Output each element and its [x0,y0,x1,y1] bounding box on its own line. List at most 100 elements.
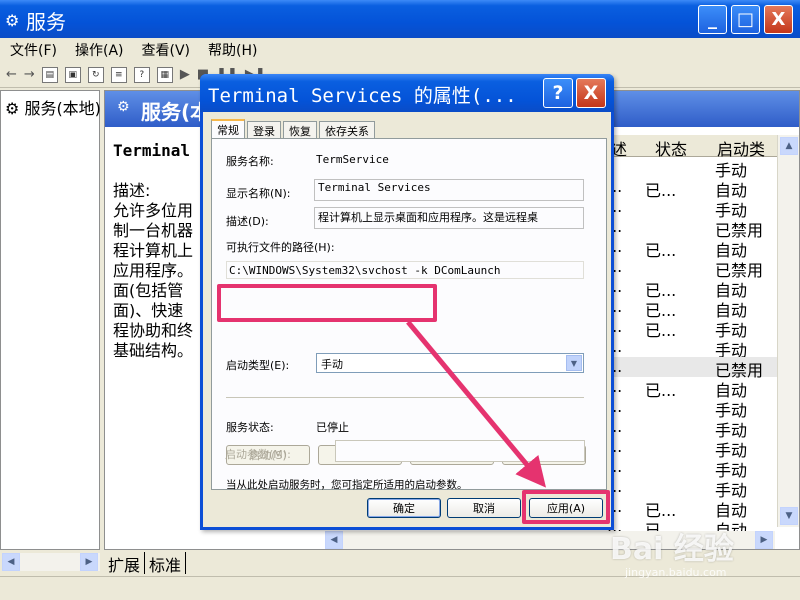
table-row[interactable]: ... 已... 手动 [605,317,777,340]
refresh-icon[interactable]: ↻ [87,66,104,83]
scroll-right-icon[interactable]: ▶ [755,531,773,549]
service-status-label: 服务状态: [226,421,274,434]
menu-view[interactable]: 查看(V) [142,40,191,60]
table-row[interactable]: ... 手动 [605,417,777,440]
tab-general[interactable]: 常规 [211,119,245,139]
tab-extended[interactable]: 扩展 [104,552,146,575]
table-row[interactable]: ... 手动 [605,457,777,480]
main-title-bar[interactable]: ⚙ 服务 _ □ X [0,0,800,38]
view-tabs: 扩展 标准 [104,552,187,575]
desc-line: 允许多位用 [113,201,194,220]
main-window-title: 服务 [26,10,66,34]
back-arrow-icon[interactable]: ← [6,67,17,82]
divider [226,397,584,398]
list-vscrollbar[interactable]: ▲ ▼ [777,135,799,527]
menu-bar: 文件(F) 操作(A) 查看(V) 帮助(H) [0,38,800,62]
desc-label: 描述: [113,181,151,200]
table-row[interactable]: ...已...自动 [605,497,777,520]
service-name-label: 服务名称: [226,155,274,168]
services-list: 手动... 已... 自动... 手动... 已禁用... 已... 自动... 已禁用...… [605,157,777,540]
service-name-value: TermService [316,153,389,166]
desc-line: 应用程序。 [113,261,194,280]
tab-standard[interactable]: 标准 [145,552,187,575]
table-row[interactable]: ... 手动 [605,397,777,420]
maximize-button[interactable]: □ [731,5,760,34]
minimize-button[interactable]: _ [698,5,727,34]
services-gear-icon: ⚙ [5,11,20,30]
display-name-label: 显示名称(N): [226,187,291,200]
description-field[interactable]: 程计算机上显示桌面和应用程序。这是远程桌 [314,207,584,229]
help-icon[interactable]: ? [133,66,150,83]
services-gear-icon: ⚙ [5,99,20,118]
desc-line: 面)、快速 [113,301,184,320]
view-icon[interactable]: ▦ [156,66,173,83]
play-icon[interactable]: ▶ [180,67,190,82]
chevron-down-icon[interactable]: ▼ [566,355,582,371]
forward-arrow-icon[interactable]: → [24,67,35,82]
tree-hscrollbar[interactable]: ◀ ▶ [2,553,100,571]
startup-type-value: 手动 [321,358,343,371]
table-row[interactable]: ...已...自动 [605,297,777,320]
column-headers: 述 状态 启动类 [605,135,799,159]
dialog-title-bar[interactable]: Terminal Services 的属性(... ? X [200,74,614,112]
desc-line: 基础结构。 [113,341,194,360]
tree-item-services-local[interactable]: ⚙ 服务(本地) [5,95,101,119]
status-bar [0,576,800,600]
services-gear-icon: ⚙ [117,99,130,115]
tab-recovery[interactable]: 恢复 [283,121,317,139]
scroll-down-icon[interactable]: ▼ [780,507,798,525]
table-row[interactable]: ... 已禁用 [605,357,777,380]
table-row[interactable]: ... 已禁用 [605,217,777,240]
table-row[interactable]: 手动 [605,157,777,180]
dialog-tabs: 常规 登录 恢复 依存关系 [211,119,377,139]
startup-type-highlight [217,284,437,322]
menu-action[interactable]: 操作(A) [75,40,124,60]
scroll-left-icon[interactable]: ◀ [325,531,343,549]
table-row[interactable]: ...已...自动 [605,237,777,260]
table-row[interactable]: ...已...自动 [605,377,777,400]
desc-line: 面(包括管 [113,281,184,300]
start-params-label: 启动参数(M): [225,448,291,461]
scroll-right-icon[interactable]: ▶ [80,553,98,571]
cancel-button[interactable]: 取消 [447,498,521,518]
table-row[interactable]: ...已...自动 [605,177,777,200]
scroll-up-icon[interactable]: ▲ [780,137,798,155]
properties-icon[interactable]: ▣ [64,66,81,83]
table-row[interactable]: ...已...自动 [605,277,777,300]
display-name-field[interactable]: Terminal Services [314,179,584,201]
path-label: 可执行文件的路径(H): [226,241,335,254]
description-label: 描述(D): [226,215,269,228]
menu-file[interactable]: 文件(F) [10,40,57,60]
table-row[interactable]: ... 已禁用 [605,257,777,280]
apply-button-highlight [522,490,610,524]
selected-service-name: Terminal [113,141,191,160]
tab-dependencies[interactable]: 依存关系 [319,121,375,139]
console-tree: ⚙ 服务(本地) [0,90,101,550]
table-row[interactable]: ... 手动 [605,337,777,360]
desc-line: 程计算机上 [113,241,194,260]
startup-type-label: 启动类型(E): [226,359,290,372]
show-tree-icon[interactable]: ▤ [41,66,58,83]
scroll-left-icon[interactable]: ◀ [2,553,20,571]
baidu-watermark: Bai 经验 [610,532,734,567]
table-row[interactable]: ... 手动 [605,437,777,460]
start-params-input[interactable] [335,440,585,462]
desc-line: 制一台机器 [113,221,194,240]
desc-line: 程协助和终 [113,321,194,340]
ok-button[interactable]: 确定 [367,498,441,518]
table-row[interactable]: ... 手动 [605,197,777,220]
tab-logon[interactable]: 登录 [247,121,281,139]
startup-type-select[interactable]: 手动 ▼ [316,353,584,373]
menu-help[interactable]: 帮助(H) [208,40,257,60]
start-params-hint: 当从此处启动服务时，您可指定所适用的启动参数。 [226,479,468,491]
service-status-value: 已停止 [316,421,349,434]
executable-path-field: C:\WINDOWS\System32\svchost -k DComLaunc… [226,261,584,279]
export-list-icon[interactable]: ≡ [110,66,127,83]
dialog-close-button[interactable]: X [576,78,606,108]
service-description: Terminal 描述: 允许多位用 制一台机器 程计算机上 应用程序。 面(包… [113,141,213,361]
dialog-title: Terminal Services 的属性(... [208,85,517,107]
close-button[interactable]: X [764,5,793,34]
dialog-help-button[interactable]: ? [543,78,573,108]
baidu-watermark-url: jingyan.baidu.com [625,566,727,579]
table-row[interactable]: ... 手动 [605,477,777,500]
